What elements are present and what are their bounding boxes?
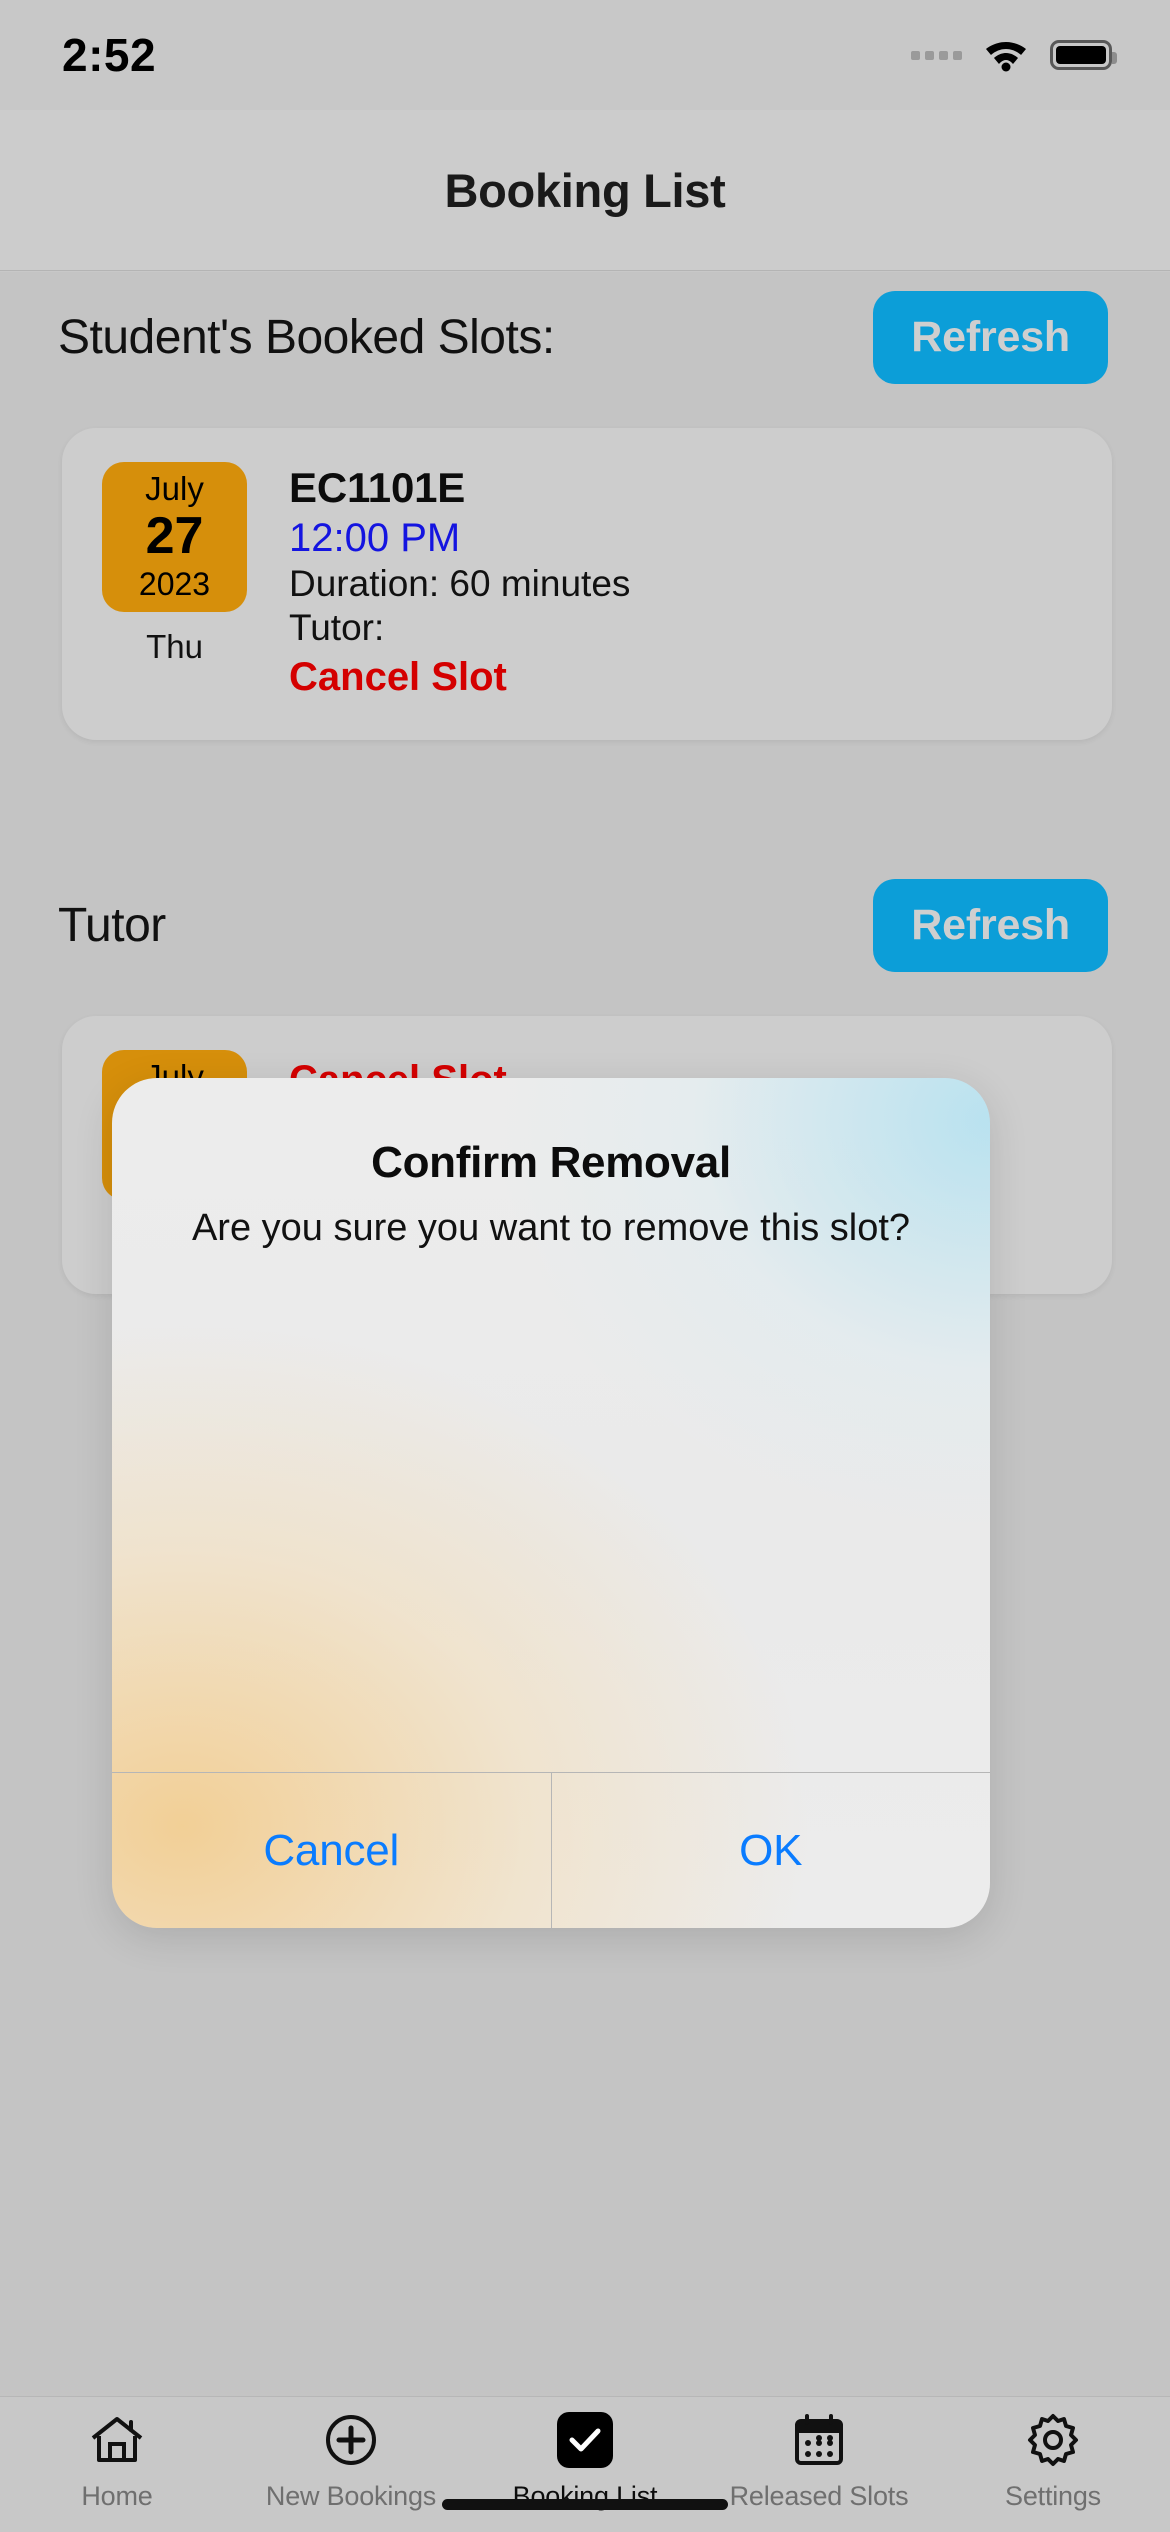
gear-icon (1024, 2411, 1082, 2469)
dialog-title: Confirm Removal (371, 1138, 731, 1187)
dialog-layer: Confirm Removal Are you sure you want to… (0, 0, 1170, 2532)
dialog-actions: Cancel OK (112, 1772, 990, 1928)
phone-screen: 2:52 Booking List Student's Booked Slots… (0, 0, 1170, 2532)
calendar-icon (790, 2411, 848, 2469)
tab-label-released-slots: Released Slots (729, 2481, 909, 2511)
tab-label-home: Home (81, 2481, 153, 2511)
tab-home[interactable]: Home (0, 2411, 234, 2512)
dialog-body: Confirm Removal Are you sure you want to… (112, 1078, 990, 1253)
confirm-removal-dialog: Confirm Removal Are you sure you want to… (112, 1078, 990, 1928)
tab-bar: Home New Bookings Booking List Released … (0, 2396, 1170, 2532)
dialog-cancel-button[interactable]: Cancel (112, 1773, 551, 1928)
tab-new-bookings[interactable]: New Bookings (234, 2411, 468, 2512)
tab-released-slots[interactable]: Released Slots (702, 2411, 936, 2512)
checkmark-square-icon (556, 2411, 614, 2469)
tab-label-settings: Settings (1005, 2481, 1101, 2511)
home-indicator (442, 2499, 728, 2510)
dialog-message: Are you sure you want to remove this slo… (191, 1207, 911, 1249)
plus-circle-icon (322, 2411, 380, 2469)
dialog-ok-button[interactable]: OK (550, 1773, 991, 1928)
tab-bar-wrapper: Home New Bookings Booking List Released … (0, 2396, 1170, 2532)
tab-booking-list[interactable]: Booking List (468, 2411, 702, 2512)
tab-label-new-bookings: New Bookings (265, 2481, 437, 2511)
home-icon (88, 2411, 146, 2469)
tab-settings[interactable]: Settings (936, 2411, 1170, 2512)
